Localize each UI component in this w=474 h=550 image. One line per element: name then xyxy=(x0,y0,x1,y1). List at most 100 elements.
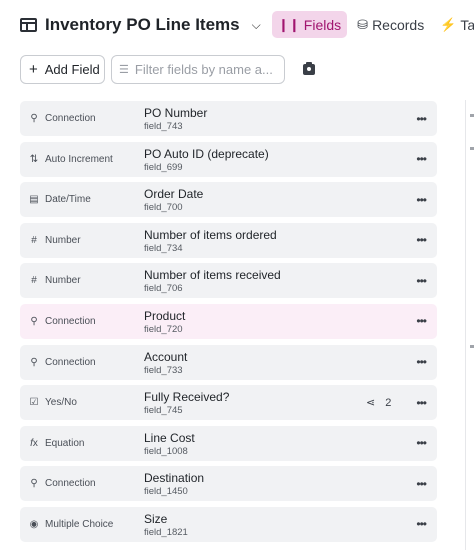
field-key: field_720 xyxy=(144,323,183,335)
database-icon: ⛁ xyxy=(357,16,369,32)
page-title: Inventory PO Line Items xyxy=(45,15,240,34)
bolt-icon: ⚡ xyxy=(440,16,457,32)
field-row[interactable]: ⚲ Connection Destination field_1450 ••• xyxy=(20,466,437,502)
field-type-label: Connection xyxy=(45,315,96,327)
field-key: field_743 xyxy=(144,121,183,132)
bars-icon: ❙❙ xyxy=(278,16,300,32)
right-panel-edge xyxy=(465,100,474,550)
tab-label: Fields xyxy=(303,16,342,33)
more-options-icon[interactable]: ••• xyxy=(416,101,427,136)
panel-marker xyxy=(470,147,474,150)
field-key: field_1821 xyxy=(144,526,188,538)
filter-icon: ☰ xyxy=(119,64,129,76)
more-options-icon[interactable]: ••• xyxy=(416,223,427,258)
field-key: field_706 xyxy=(144,283,183,295)
field-row[interactable]: ⚲ Connection PO Number field_743 ••• xyxy=(20,101,437,136)
field-name[interactable]: Line Cost xyxy=(144,431,195,445)
chevron-down-icon[interactable]: ⌵ xyxy=(252,18,261,33)
field-key: field_699 xyxy=(144,161,183,173)
more-options-icon[interactable]: ••• xyxy=(416,263,427,298)
field-type-label: Yes/No xyxy=(45,397,77,409)
field-type: ☑ Yes/No xyxy=(29,385,77,420)
add-field-label: Add Field xyxy=(44,62,100,77)
calendar-icon: ▤ xyxy=(29,194,39,206)
field-row[interactable]: ▤ Date/Time Order Date field_700 ••• xyxy=(20,182,437,218)
field-name[interactable]: Order Date xyxy=(144,187,203,201)
plus-icon: + xyxy=(29,61,38,78)
field-row[interactable]: ⚲ Connection Product field_720 ••• xyxy=(20,303,437,339)
connection-icon: ⚲ xyxy=(30,478,38,490)
field-row[interactable]: ◉ Multiple Choice Size field_1821 ••• xyxy=(20,506,437,542)
more-options-icon[interactable]: ••• xyxy=(416,345,427,380)
hash-icon: # xyxy=(31,234,37,246)
tab-tasks[interactable]: ⚡ Tasks xyxy=(434,11,474,38)
field-type: ⚲ Connection xyxy=(29,345,96,380)
field-type-label: Number xyxy=(45,275,81,287)
field-name[interactable]: Destination xyxy=(144,471,204,485)
field-type: ⚲ Connection xyxy=(29,304,96,339)
field-row[interactable]: ☑ Yes/No Fully Received? field_745 ⋖ 2 ••• xyxy=(20,385,437,421)
filter-placeholder: Filter fields by name a... xyxy=(134,62,273,77)
field-name[interactable]: Account xyxy=(144,350,187,364)
tab-fields[interactable]: ❙❙ Fields xyxy=(272,11,348,38)
field-name[interactable]: Product xyxy=(144,309,185,323)
field-row[interactable]: fx Equation Line Cost field_1008 ••• xyxy=(20,425,437,461)
connection-icon: ⚲ xyxy=(30,356,38,368)
more-options-icon[interactable]: ••• xyxy=(416,142,427,177)
field-type-label: Multiple Choice xyxy=(45,518,114,530)
panel-marker xyxy=(470,114,474,117)
more-options-icon[interactable]: ••• xyxy=(416,304,427,339)
field-type-label: Equation xyxy=(45,437,85,449)
field-key: field_745 xyxy=(144,405,183,417)
id-badge-icon[interactable] xyxy=(303,62,315,75)
field-type-label: Number xyxy=(45,234,81,246)
tab-label: Records xyxy=(372,16,425,33)
title-dropdown[interactable]: Inventory PO Line Items ⌵ xyxy=(20,12,261,38)
field-name[interactable]: Size xyxy=(144,512,167,526)
view-tabs: ❙❙ Fields ⛁ Records ⚡ Tasks xyxy=(272,11,474,38)
function-icon: fx xyxy=(30,437,38,449)
radio-icon: ◉ xyxy=(29,518,39,530)
connection-icon: ⚲ xyxy=(30,315,38,327)
field-key: field_1450 xyxy=(144,486,188,498)
field-type-label: Date/Time xyxy=(45,194,91,206)
hash-icon: # xyxy=(31,275,37,287)
field-type: ⇅ Auto Increment xyxy=(29,142,113,177)
panel-marker xyxy=(470,345,474,348)
more-options-icon[interactable]: ••• xyxy=(416,385,427,420)
field-name[interactable]: Number of items received xyxy=(144,268,281,282)
field-row[interactable]: ⚲ Connection Account field_733 ••• xyxy=(20,344,437,380)
field-type: ⚲ Connection xyxy=(29,466,96,501)
filter-input[interactable]: ☰ Filter fields by name a... xyxy=(111,55,285,84)
table-icon xyxy=(20,18,37,32)
field-name[interactable]: PO Number xyxy=(144,106,207,120)
more-options-icon[interactable]: ••• xyxy=(416,507,427,542)
field-row[interactable]: ⇅ Auto Increment PO Auto ID (deprecate) fie… xyxy=(20,141,437,177)
field-type: # Number xyxy=(29,223,81,258)
tab-label: Tasks xyxy=(460,16,474,33)
field-name[interactable]: Fully Received? xyxy=(144,390,229,404)
add-field-button[interactable]: + Add Field xyxy=(20,55,105,84)
auto-increment-icon: ⇅ xyxy=(29,153,39,165)
field-type: fx Equation xyxy=(29,426,84,461)
field-row[interactable]: # Number Number of items received field_706… xyxy=(20,263,437,299)
tab-records[interactable]: ⛁ Records xyxy=(351,11,430,38)
rule-links[interactable]: ⋖ 2 xyxy=(366,385,391,420)
more-options-icon[interactable]: ••• xyxy=(416,426,427,461)
field-key: field_734 xyxy=(144,242,183,254)
field-key: field_733 xyxy=(144,364,183,376)
field-row[interactable]: # Number Number of items ordered field_734 •… xyxy=(20,222,437,258)
field-name[interactable]: Number of items ordered xyxy=(144,228,277,242)
field-type: ▤ Date/Time xyxy=(29,182,91,217)
field-type-label: Connection xyxy=(45,113,96,124)
field-key: field_700 xyxy=(144,202,183,214)
field-name[interactable]: PO Auto ID (deprecate) xyxy=(144,147,269,161)
more-options-icon[interactable]: ••• xyxy=(416,182,427,217)
rule-link-count: 2 xyxy=(385,396,392,409)
branch-icon: ⋖ xyxy=(366,397,376,410)
field-type: # Number xyxy=(29,263,81,298)
field-type-label: Connection xyxy=(45,356,96,368)
more-options-icon[interactable]: ••• xyxy=(416,466,427,501)
checkbox-icon: ☑ xyxy=(29,397,39,409)
field-type-label: Connection xyxy=(45,478,96,490)
